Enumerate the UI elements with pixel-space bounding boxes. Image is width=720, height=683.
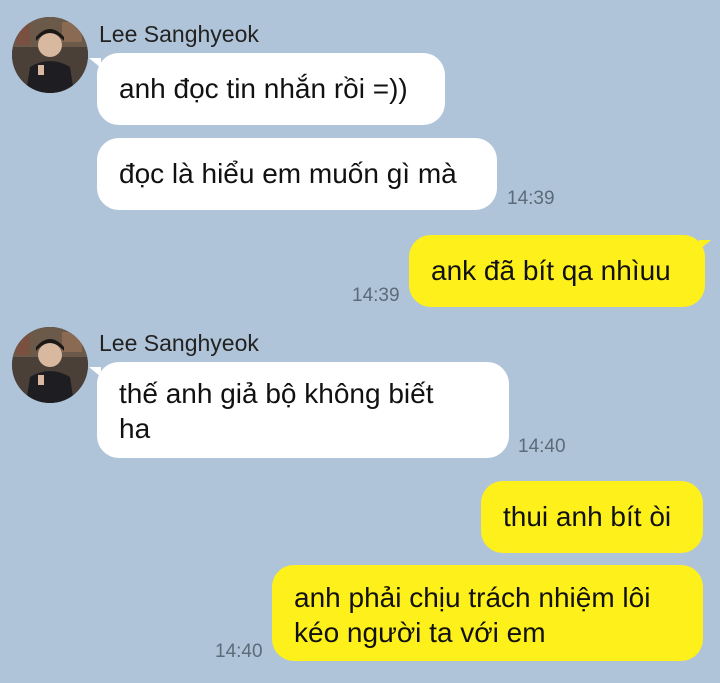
chat-room: Lee Sanghyeok anh đọc tin nhắn rồi =)) đ… xyxy=(0,0,720,683)
outgoing-message[interactable]: thui anh bít òi xyxy=(481,481,703,553)
message-text: đọc là hiểu em muốn gì mà xyxy=(119,158,457,189)
timestamp: 14:40 xyxy=(518,436,566,457)
sender-avatar[interactable] xyxy=(12,327,88,403)
sender-name: Lee Sanghyeok xyxy=(99,21,259,47)
message-text-line: anh phải chịu trách nhiệm lôi xyxy=(294,582,651,613)
sender-avatar[interactable] xyxy=(12,17,88,93)
incoming-message[interactable]: đọc là hiểu em muốn gì mà xyxy=(97,138,497,210)
message-text: ank đã bít qa nhìuu xyxy=(431,255,671,286)
timestamp: 14:40 xyxy=(215,641,263,662)
timestamp: 14:39 xyxy=(352,285,400,306)
incoming-message[interactable]: anh đọc tin nhắn rồi =)) xyxy=(97,53,445,125)
message-text-line: kéo người ta với em xyxy=(294,617,546,648)
outgoing-message[interactable]: ank đã bít qa nhìuu xyxy=(409,235,705,307)
bubble-tail xyxy=(699,240,711,250)
timestamp: 14:39 xyxy=(507,188,555,209)
outgoing-message[interactable]: anh phải chịu trách nhiệm lôi kéo người … xyxy=(272,565,703,661)
message-text: anh đọc tin nhắn rồi =)) xyxy=(119,73,408,104)
incoming-message[interactable]: thế anh giả bộ không biết ha xyxy=(97,362,509,458)
message-text: thui anh bít òi xyxy=(503,501,672,532)
message-text-line: ha xyxy=(119,413,151,444)
sender-name: Lee Sanghyeok xyxy=(99,330,259,356)
message-text-line: thế anh giả bộ không biết xyxy=(119,378,434,409)
